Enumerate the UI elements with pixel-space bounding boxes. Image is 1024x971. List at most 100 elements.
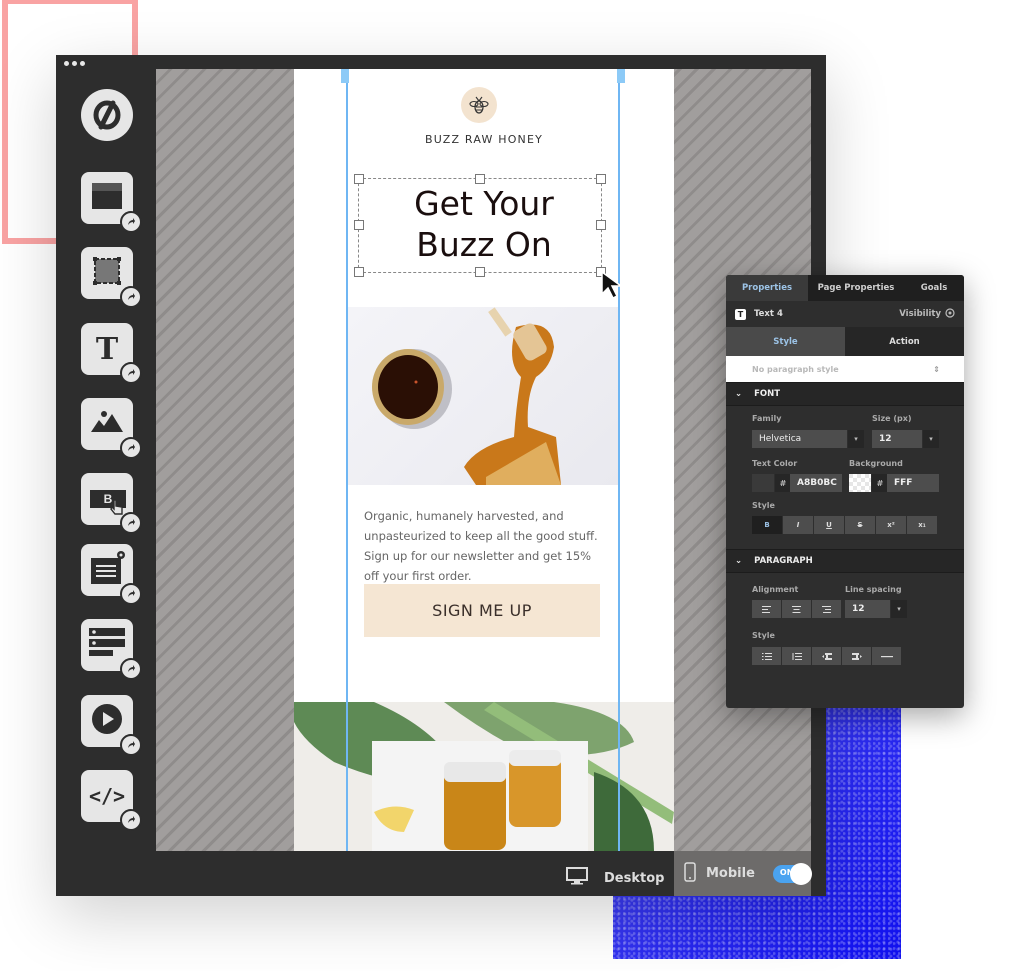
drag-arrow-icon — [120, 286, 142, 308]
horizontal-rule-icon[interactable] — [872, 647, 901, 665]
list-tool[interactable] — [81, 619, 142, 680]
text-t-icon: T — [95, 331, 119, 367]
visibility-label[interactable]: Visibility — [899, 309, 941, 319]
image-mountain-icon — [90, 410, 124, 439]
align-right-button[interactable] — [812, 600, 841, 618]
button-click-icon: B — [88, 484, 126, 515]
font-family-select[interactable]: Helvetica — [752, 430, 847, 448]
subscript-button[interactable]: x₁ — [907, 516, 937, 534]
brand-name: BUZZ RAW HONEY — [424, 133, 544, 146]
text-element-icon: T — [735, 308, 746, 320]
bulleted-list-icon[interactable] — [752, 647, 781, 665]
box-tool[interactable] — [81, 247, 142, 308]
honey-jars-plant-image[interactable] — [294, 702, 674, 851]
eye-icon[interactable] — [945, 307, 955, 321]
element-header: T Text 4 Visibility — [726, 301, 964, 327]
sign-up-button[interactable]: SIGN ME UP — [364, 584, 600, 637]
numbered-list-icon[interactable] — [782, 647, 811, 665]
text-color-swatch[interactable] — [752, 474, 774, 492]
paragraph-section-header[interactable]: ⌄ PARAGRAPH — [726, 549, 964, 573]
guide-handle-left[interactable] — [341, 69, 349, 83]
tab-style[interactable]: Style — [726, 327, 845, 356]
superscript-button[interactable]: x² — [876, 516, 906, 534]
align-center-button[interactable] — [782, 600, 811, 618]
body-copy: Organic, humanely harvested, and unpaste… — [364, 509, 598, 583]
guide-line-left[interactable] — [346, 69, 348, 851]
tab-page-properties[interactable]: Page Properties — [808, 275, 904, 301]
chevron-down-icon: ⌄ — [735, 389, 743, 399]
builder-window: T B </> BUZZ RAW HONEY Get Your Buzz On … — [56, 55, 826, 896]
mouse-cursor-icon — [600, 270, 626, 305]
outdent-icon[interactable] — [812, 647, 841, 665]
honey-jar-image[interactable] — [346, 307, 618, 485]
paragraph-section-title: PARAGRAPH — [754, 556, 813, 566]
background-color-swatch[interactable] — [849, 474, 871, 492]
mobile-toggle[interactable]: ON — [772, 862, 812, 885]
box-dashed-icon — [91, 255, 123, 292]
video-play-icon — [91, 703, 123, 740]
line-spacing-label: Line spacing — [845, 585, 902, 594]
element-name: Text 4 — [754, 309, 783, 319]
image-tool[interactable] — [81, 398, 142, 459]
background-color-input[interactable]: FFF — [887, 474, 939, 492]
style-action-tabs: Style Action — [726, 327, 964, 356]
drag-arrow-icon — [120, 583, 142, 605]
font-section-header[interactable]: ⌄ FONT — [726, 382, 964, 406]
resize-handle-s[interactable] — [475, 267, 485, 277]
line-spacing-input[interactable]: 12 — [845, 600, 890, 618]
desktop-view-button[interactable]: Desktop — [566, 867, 664, 889]
chevron-down-icon: ⌄ — [735, 556, 743, 566]
font-section-title: FONT — [754, 389, 781, 399]
resize-handle-sw[interactable] — [354, 267, 364, 277]
section-tool[interactable] — [81, 172, 142, 233]
indent-icon[interactable] — [842, 647, 871, 665]
text-tool[interactable]: T — [81, 323, 142, 384]
video-tool[interactable] — [81, 695, 142, 756]
select-updown-icon: ⇕ — [933, 364, 940, 374]
text-color-label: Text Color — [752, 459, 798, 468]
section-block-icon — [91, 182, 123, 215]
paragraph-style-select[interactable]: No paragraph style ⇕ — [726, 356, 964, 382]
underline-button[interactable]: U — [814, 516, 844, 534]
family-label: Family — [752, 414, 782, 423]
list-rows-icon — [87, 626, 127, 665]
headline-line-1: Get Your — [414, 184, 554, 223]
italic-button[interactable]: I — [783, 516, 813, 534]
tab-action[interactable]: Action — [845, 327, 964, 356]
unbounce-logo-icon — [81, 89, 133, 141]
strikethrough-button[interactable]: S — [845, 516, 875, 534]
alignment-buttons — [752, 600, 841, 618]
paragraph-style-value: No paragraph style — [752, 364, 839, 374]
bee-logo-icon — [461, 87, 497, 123]
size-dropdown-arrow-icon[interactable]: ▾ — [923, 430, 939, 448]
form-tool[interactable] — [81, 544, 142, 605]
align-left-button[interactable] — [752, 600, 781, 618]
landing-page-preview: BUZZ RAW HONEY Get Your Buzz On Organic,… — [294, 69, 674, 851]
font-size-input[interactable]: 12 — [872, 430, 922, 448]
drag-arrow-icon — [120, 211, 142, 233]
tab-properties[interactable]: Properties — [726, 275, 808, 301]
guide-line-right[interactable] — [618, 69, 620, 851]
hash-symbol: # — [775, 474, 791, 492]
toggle-knob — [790, 862, 812, 885]
text-color-input[interactable]: A8B0BC — [790, 474, 842, 492]
custom-html-tool[interactable]: </> — [81, 770, 142, 831]
tab-goals[interactable]: Goals — [904, 275, 964, 301]
style-label: Style — [752, 501, 775, 510]
monitor-icon — [566, 867, 588, 889]
family-dropdown-arrow-icon[interactable]: ▾ — [848, 430, 864, 448]
bold-button[interactable]: B — [752, 516, 782, 534]
line-spacing-dropdown-arrow-icon[interactable]: ▾ — [891, 600, 907, 618]
headline[interactable]: Get Your Buzz On — [294, 183, 674, 265]
editor-canvas[interactable]: BUZZ RAW HONEY Get Your Buzz On Organic,… — [156, 69, 811, 851]
drag-arrow-icon — [120, 512, 142, 534]
widget-sidebar: T B </> — [56, 55, 156, 896]
drag-arrow-icon — [120, 437, 142, 459]
drag-arrow-icon — [120, 809, 142, 831]
button-tool[interactable]: B — [81, 473, 142, 534]
text-style-buttons: B I U S x² x₁ — [752, 516, 937, 534]
mobile-view-button[interactable]: Mobile ON — [674, 851, 812, 896]
headline-line-2: Buzz On — [416, 225, 552, 264]
guide-handle-right[interactable] — [617, 69, 625, 83]
hash-symbol: # — [872, 474, 888, 492]
